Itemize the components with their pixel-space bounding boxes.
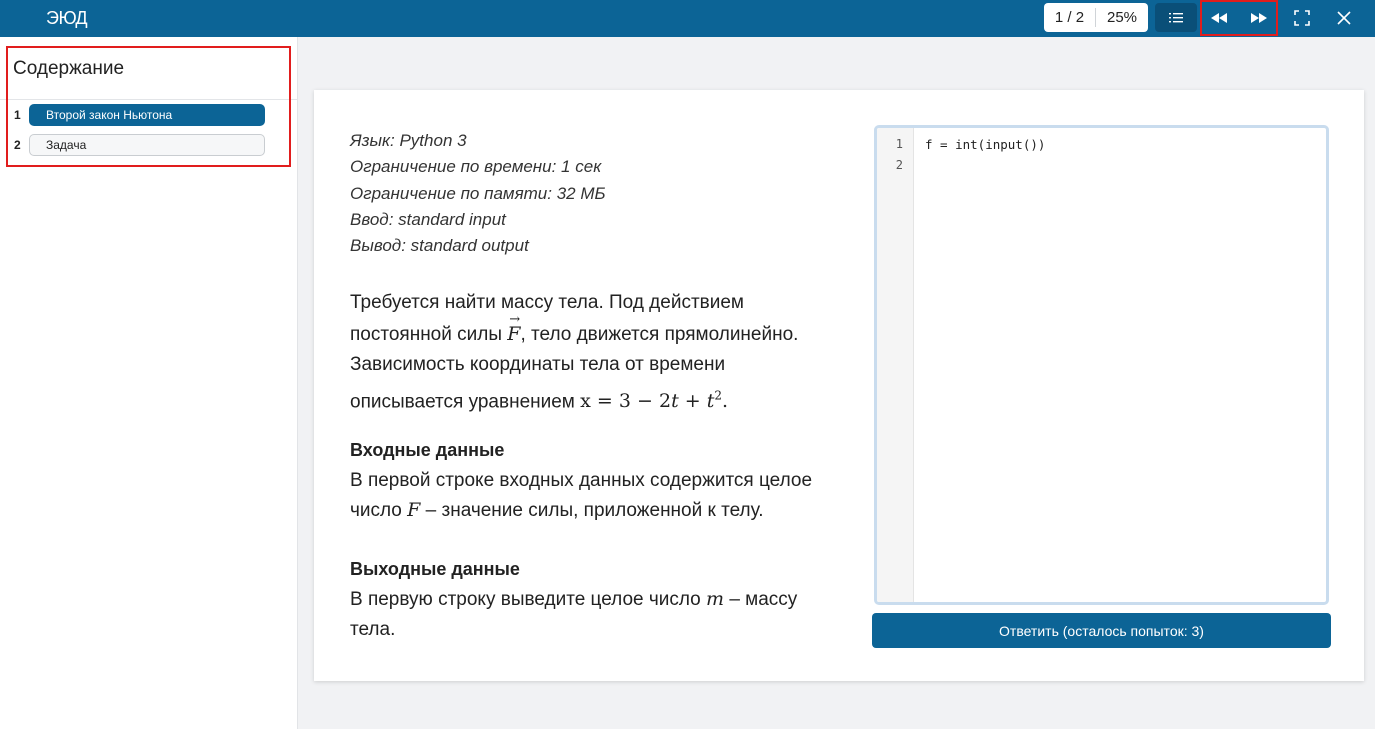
- statement-text: постоянной силы: [350, 323, 508, 345]
- submit-answer-button[interactable]: Ответить (осталось попыток: 3): [872, 613, 1331, 648]
- output-line: В первую строку выведите целое число m –…: [350, 585, 850, 615]
- sidebar-item-task[interactable]: 2 Задача: [0, 134, 297, 158]
- list-icon: [1169, 12, 1183, 22]
- code-editor[interactable]: 1 2 f = int(input()): [874, 125, 1329, 605]
- zoom-level[interactable]: 25%: [1096, 8, 1148, 27]
- code-line[interactable]: f = int(input()): [925, 137, 1045, 152]
- top-bar: ЭЮД 1 / 2 25%: [0, 0, 1375, 37]
- input-heading: Входные данные: [350, 440, 505, 460]
- force-vector: → F: [507, 312, 520, 350]
- eq-exponent: 2: [714, 388, 722, 403]
- input-description: В первой строке входных данных содержитс…: [350, 466, 850, 525]
- sidebar-item-label[interactable]: Задача: [29, 134, 265, 156]
- fast-forward-icon: [1251, 12, 1267, 23]
- meta-input: Ввод: standard input: [350, 209, 506, 229]
- output-heading: Выходные данные: [350, 559, 520, 579]
- line-number: 2: [895, 158, 903, 172]
- input-line: В первой строке входных данных содержитс…: [350, 470, 813, 491]
- meta-time-limit: Ограничение по времени: 1 сек: [350, 157, 602, 177]
- statement-text: описывается уравнением: [350, 390, 581, 412]
- sidebar-item-newton-law[interactable]: 1 Второй закон Ньютона: [0, 104, 297, 128]
- equation: x = 3 − 2t + t2.: [580, 388, 729, 412]
- next-page-button[interactable]: [1240, 3, 1278, 32]
- previous-page-button[interactable]: [1200, 3, 1238, 32]
- line-number-gutter: 1 2: [877, 128, 914, 602]
- fullscreen-icon: [1294, 9, 1310, 26]
- eq-t: t: [671, 389, 679, 412]
- logo: ЭЮД: [46, 6, 88, 30]
- vector-arrow: →: [509, 311, 521, 327]
- statement-text: , тело движется прямолинейно.: [520, 323, 799, 345]
- fullscreen-button[interactable]: [1286, 3, 1318, 32]
- meta-language: Язык: Python 3: [350, 131, 467, 150]
- output-description: В первую строку выведите целое число m –…: [350, 585, 850, 644]
- contents-sidebar: Содержание 1 Второй закон Ньютона 2 Зада…: [0, 37, 298, 729]
- var-f: F: [407, 498, 421, 521]
- task-statement: Требуется найти массу тела. Под действие…: [350, 288, 850, 417]
- close-button[interactable]: [1328, 3, 1360, 32]
- sidebar-item-number: 2: [14, 138, 21, 152]
- sidebar-title: Содержание: [13, 58, 125, 79]
- eq-period: .: [721, 389, 729, 412]
- input-text: – значение силы, приложенной к телу.: [420, 499, 764, 521]
- toc-toggle-button[interactable]: [1155, 3, 1197, 32]
- line-number: 1: [895, 137, 903, 151]
- meta-output: Вывод: standard output: [350, 236, 529, 256]
- meta-memory-limit: Ограничение по памяти: 32 МБ: [350, 183, 606, 203]
- sidebar-item-label[interactable]: Второй закон Ньютона: [29, 104, 265, 126]
- statement-line: Требуется найти массу тела. Под действие…: [350, 292, 744, 313]
- output-text: – массу: [724, 589, 798, 610]
- statement-line: описывается уравнением x = 3 − 2t + t2.: [350, 381, 850, 418]
- eq-x: x: [580, 389, 591, 412]
- rewind-icon: [1211, 12, 1227, 23]
- output-text: В первую строку выведите целое число: [350, 589, 707, 610]
- statement-line: постоянной силы → F, тело движется прямол…: [350, 312, 850, 351]
- output-line: тела.: [350, 618, 396, 640]
- page-indicator: 1 / 2 25%: [1044, 3, 1148, 32]
- sidebar-item-number: 1: [14, 108, 21, 122]
- statement-line: Зависимость координаты тела от времени: [350, 354, 726, 375]
- sidebar-divider: [0, 99, 297, 100]
- input-line: число F – значение силы, приложенной к т…: [350, 496, 850, 526]
- var-m: m: [706, 588, 725, 610]
- eq-plus: +: [678, 389, 707, 412]
- task-card: Язык: Python 3 Ограничение по времени: 1…: [314, 90, 1364, 681]
- input-text: число: [350, 499, 408, 521]
- logo-text: ЭЮД: [46, 8, 88, 28]
- page-number: 1 / 2: [1044, 8, 1096, 27]
- task-meta: Язык: Python 3 Ограничение по времени: 1…: [350, 128, 606, 259]
- eq-body: = 3 − 2: [590, 389, 672, 412]
- close-icon: [1337, 10, 1351, 25]
